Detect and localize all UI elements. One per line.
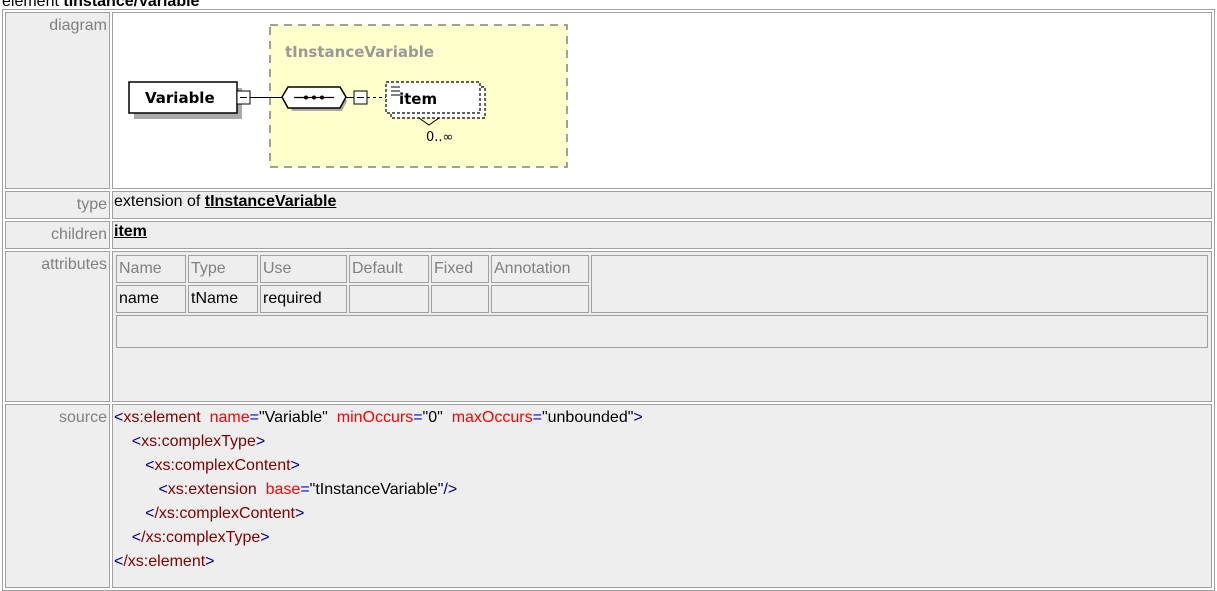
diagram-label: diagram (5, 12, 110, 189)
source-attr-value: "Variable" (258, 409, 328, 426)
source-tag: xs:element (123, 409, 201, 426)
attr-cell-name: name (116, 285, 186, 313)
type-prefix: extension of (114, 193, 201, 210)
children-row: children item (5, 221, 1212, 249)
item-occurrence: 0..∞ (426, 130, 453, 145)
attr-header-name: Name (116, 255, 186, 283)
attr-cell-type: tName (188, 285, 258, 313)
element-doc-table: diagram tInstanceVariable Variable item … (2, 9, 1215, 591)
attributes-table: Name Type Use Default Fixed Annotation n… (114, 253, 1210, 350)
attr-cell-default (349, 285, 429, 313)
source-line-2: <xs:complexType> (131, 433, 266, 450)
source-attr-value: "0" (422, 409, 443, 426)
diagram-row: diagram tInstanceVariable Variable item … (5, 12, 1212, 189)
attribute-footer-row (116, 315, 1208, 348)
attr-filler (591, 255, 1208, 313)
source-attr-name: base (265, 481, 301, 498)
type-row: type extension of tInstanceVariable (5, 191, 1212, 219)
source-tag: /xs:complexType (141, 529, 261, 546)
group-title: tInstanceVariable (285, 43, 434, 61)
source-tag: xs:complexType (141, 433, 256, 450)
source-tag: /xs:element (123, 553, 206, 570)
schema-diagram: tInstanceVariable Variable item 0..∞ (128, 24, 568, 168)
source-attr-name: minOccurs (336, 409, 414, 426)
source-attr-value: "tInstanceVariable" (309, 481, 444, 498)
attributes-label: attributes (5, 251, 110, 402)
source-row: source <xs:element name="Variable" minOc… (5, 404, 1212, 588)
type-cell: extension of tInstanceVariable (112, 191, 1212, 219)
source-line-7: </xs:element> (114, 553, 215, 570)
variable-label: Variable (145, 89, 215, 107)
source-line-5: </xs:complexContent> (145, 505, 305, 522)
children-cell: item (112, 221, 1212, 249)
source-tag: xs:extension (167, 481, 257, 498)
attr-header-annotation: Annotation (491, 255, 589, 283)
type-link[interactable]: tInstanceVariable (205, 193, 337, 210)
source-attr-name: name (209, 409, 250, 426)
attr-cell-fixed (431, 285, 489, 313)
attr-header-default: Default (349, 255, 429, 283)
item-label: item (399, 90, 437, 108)
sequence-dot-3 (320, 95, 324, 100)
attr-cell-annotation (491, 285, 589, 313)
type-label: type (5, 191, 110, 219)
children-label: children (5, 221, 110, 249)
source-line-6: </xs:complexType> (131, 529, 270, 546)
source-tag: xs:complexContent (154, 457, 291, 474)
attr-header-type: Type (188, 255, 258, 283)
source-line-3: <xs:complexContent> (145, 457, 300, 474)
source-attr-value: "unbounded" (541, 409, 634, 426)
attr-cell-use: required (260, 285, 347, 313)
source-attr-name: maxOccurs (451, 409, 533, 426)
attributes-row: attributes Name Type Use Default Fixed A… (5, 251, 1212, 402)
child-item-link[interactable]: item (114, 223, 147, 240)
source-cell: <xs:element name="Variable" minOccurs="0… (112, 404, 1212, 588)
diagram-cell: tInstanceVariable Variable item 0..∞ (112, 12, 1212, 189)
attr-header-use: Use (260, 255, 347, 283)
sequence-dot-1 (304, 95, 308, 100)
source-line-1: <xs:element name="Variable" minOccurs="0… (114, 409, 643, 426)
attributes-header-row: Name Type Use Default Fixed Annotation (116, 255, 1208, 313)
attr-header-fixed: Fixed (431, 255, 489, 283)
attributes-cell: Name Type Use Default Fixed Annotation n… (112, 251, 1212, 402)
attr-footer-cell (116, 315, 1208, 348)
sequence-dot-2 (312, 95, 316, 100)
source-label: source (5, 404, 110, 588)
source-tag: /xs:complexContent (154, 505, 295, 522)
source-line-4: <xs:extension base="tInstanceVariable"/> (158, 481, 458, 498)
